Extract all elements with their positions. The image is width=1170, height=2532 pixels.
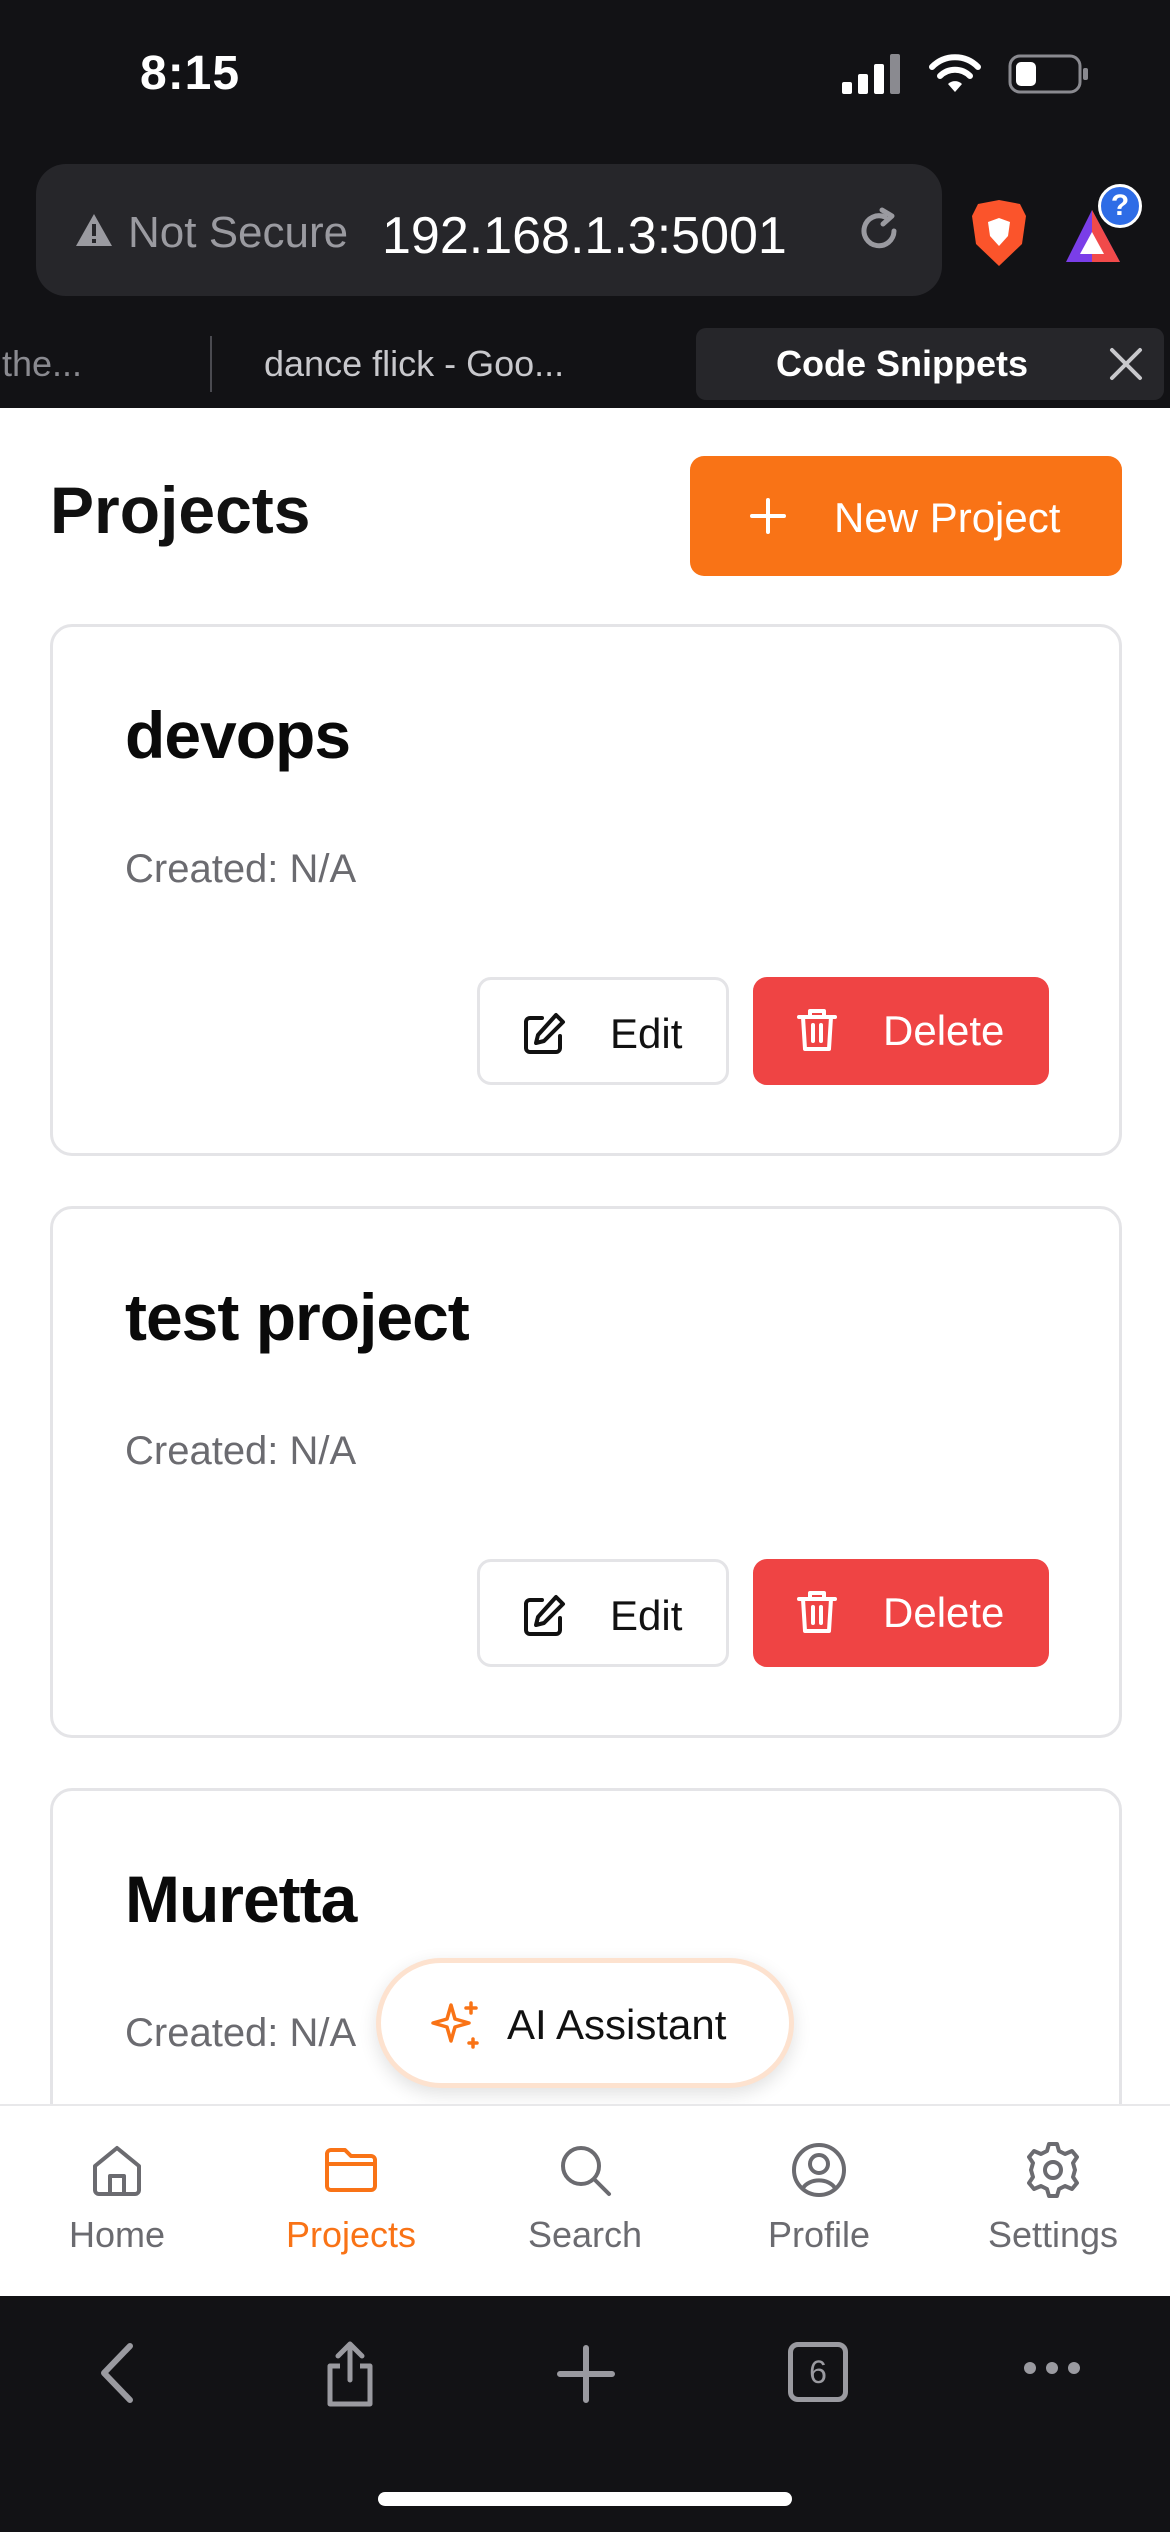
edit-project-button[interactable]: Edit [477, 1559, 729, 1667]
warning-icon [76, 214, 112, 246]
status-icons [842, 54, 1090, 94]
new-tab-icon[interactable] [556, 2338, 616, 2408]
nav-label: Home [68, 2214, 166, 2255]
delete-label: Delete [883, 1589, 1005, 1636]
home-indicator [378, 2492, 792, 2506]
project-created: Created: N/A [125, 847, 357, 891]
folder-icon [325, 2148, 377, 2192]
tab-label: dance flick - Goo... [264, 343, 565, 384]
browser-address-row: Not Secure 192.168.1.3:5001 ? [0, 150, 1170, 320]
nav-item-profile[interactable]: Profile [702, 2140, 936, 2256]
browser-tab-strip: f the... dance flick - Goo... Code Snipp… [0, 320, 1170, 408]
delete-label: Delete [883, 1007, 1005, 1054]
share-icon[interactable] [322, 2338, 378, 2410]
rewards-badge: ? [1098, 184, 1142, 228]
nav-label: Projects [285, 2214, 417, 2255]
tab-code-snippets[interactable]: Code Snippets [696, 328, 1164, 400]
plus-icon [750, 498, 786, 534]
page-content: Projects New Project devops Created: N/A… [0, 408, 1170, 2104]
project-name: Muretta [125, 1862, 357, 1936]
project-name: devops [125, 698, 351, 772]
user-circle-icon [792, 2143, 846, 2197]
project-created: Created: N/A [125, 1429, 357, 1473]
bottom-nav: Home Projects Search Profile Settings [0, 2104, 1170, 2296]
nav-item-settings[interactable]: Settings [936, 2140, 1170, 2256]
reload-icon[interactable] [854, 206, 904, 256]
nav-label: Profile [767, 2214, 871, 2255]
address-bar[interactable]: Not Secure 192.168.1.3:5001 [36, 164, 942, 296]
tab-partial[interactable]: f the... [0, 328, 200, 400]
trash-icon [797, 1009, 837, 1051]
tab-dance-flick[interactable]: dance flick - Goo... [264, 328, 604, 400]
cellular-signal-icon [842, 54, 900, 94]
edit-icon [524, 1595, 565, 1636]
gear-icon [1027, 2142, 1079, 2198]
ai-assistant-label: AI Assistant [507, 2001, 727, 2048]
tab-switcher-button[interactable]: 6 [788, 2342, 848, 2402]
sparkle-icon [431, 2001, 479, 2049]
status-bar: 8:15 [0, 0, 1170, 150]
brave-rewards-button[interactable]: ? [1064, 184, 1144, 268]
nav-item-projects[interactable]: Projects [234, 2140, 468, 2256]
new-project-button[interactable]: New Project [690, 456, 1122, 576]
wifi-icon [929, 54, 981, 92]
tab-label: Code Snippets [776, 343, 1029, 384]
edit-project-button[interactable]: Edit [477, 977, 729, 1085]
edit-label: Edit [610, 1592, 683, 1639]
project-created: Created: N/A [125, 2011, 357, 2055]
tab-separator [210, 336, 212, 392]
nav-item-search[interactable]: Search [468, 2140, 702, 2256]
nav-item-home[interactable]: Home [0, 2140, 234, 2256]
trash-icon [797, 1591, 837, 1633]
page-title: Projects [50, 473, 311, 547]
delete-project-button[interactable]: Delete [753, 1559, 1049, 1667]
delete-project-button[interactable]: Delete [753, 977, 1049, 1085]
edit-icon [524, 1013, 565, 1054]
tab-label: f the... [0, 343, 83, 384]
nav-label: Search [527, 2214, 643, 2255]
browser-toolbar: 6 [0, 2296, 1170, 2532]
tab-count: 6 [809, 2354, 827, 2390]
edit-label: Edit [610, 1010, 683, 1057]
not-secure-label: Not Secure [128, 208, 349, 257]
close-tab-icon[interactable] [1106, 344, 1146, 384]
new-project-label: New Project [834, 494, 1061, 541]
status-time: 8:15 [140, 47, 241, 100]
url-text[interactable]: 192.168.1.3:5001 [382, 206, 787, 266]
back-icon[interactable] [90, 2338, 144, 2408]
phone-screen: 8:15 Not Secure 192.168.1.3:5001 ? the..… [0, 0, 1170, 2532]
project-card: test project Created: N/A Edit Delete [50, 1206, 1122, 1738]
more-menu-icon[interactable] [1022, 2358, 1082, 2378]
project-card: devops Created: N/A Edit Delete [50, 624, 1122, 1156]
project-name: test project [125, 1280, 470, 1354]
brave-shield-icon[interactable] [968, 198, 1030, 268]
nav-label: Settings [987, 2214, 1119, 2255]
ai-assistant-button[interactable]: AI Assistant [376, 1958, 794, 2088]
battery-icon [1008, 54, 1088, 94]
rewards-badge-label: ? [1110, 189, 1130, 222]
home-icon [93, 2146, 141, 2196]
search-icon [561, 2146, 611, 2196]
